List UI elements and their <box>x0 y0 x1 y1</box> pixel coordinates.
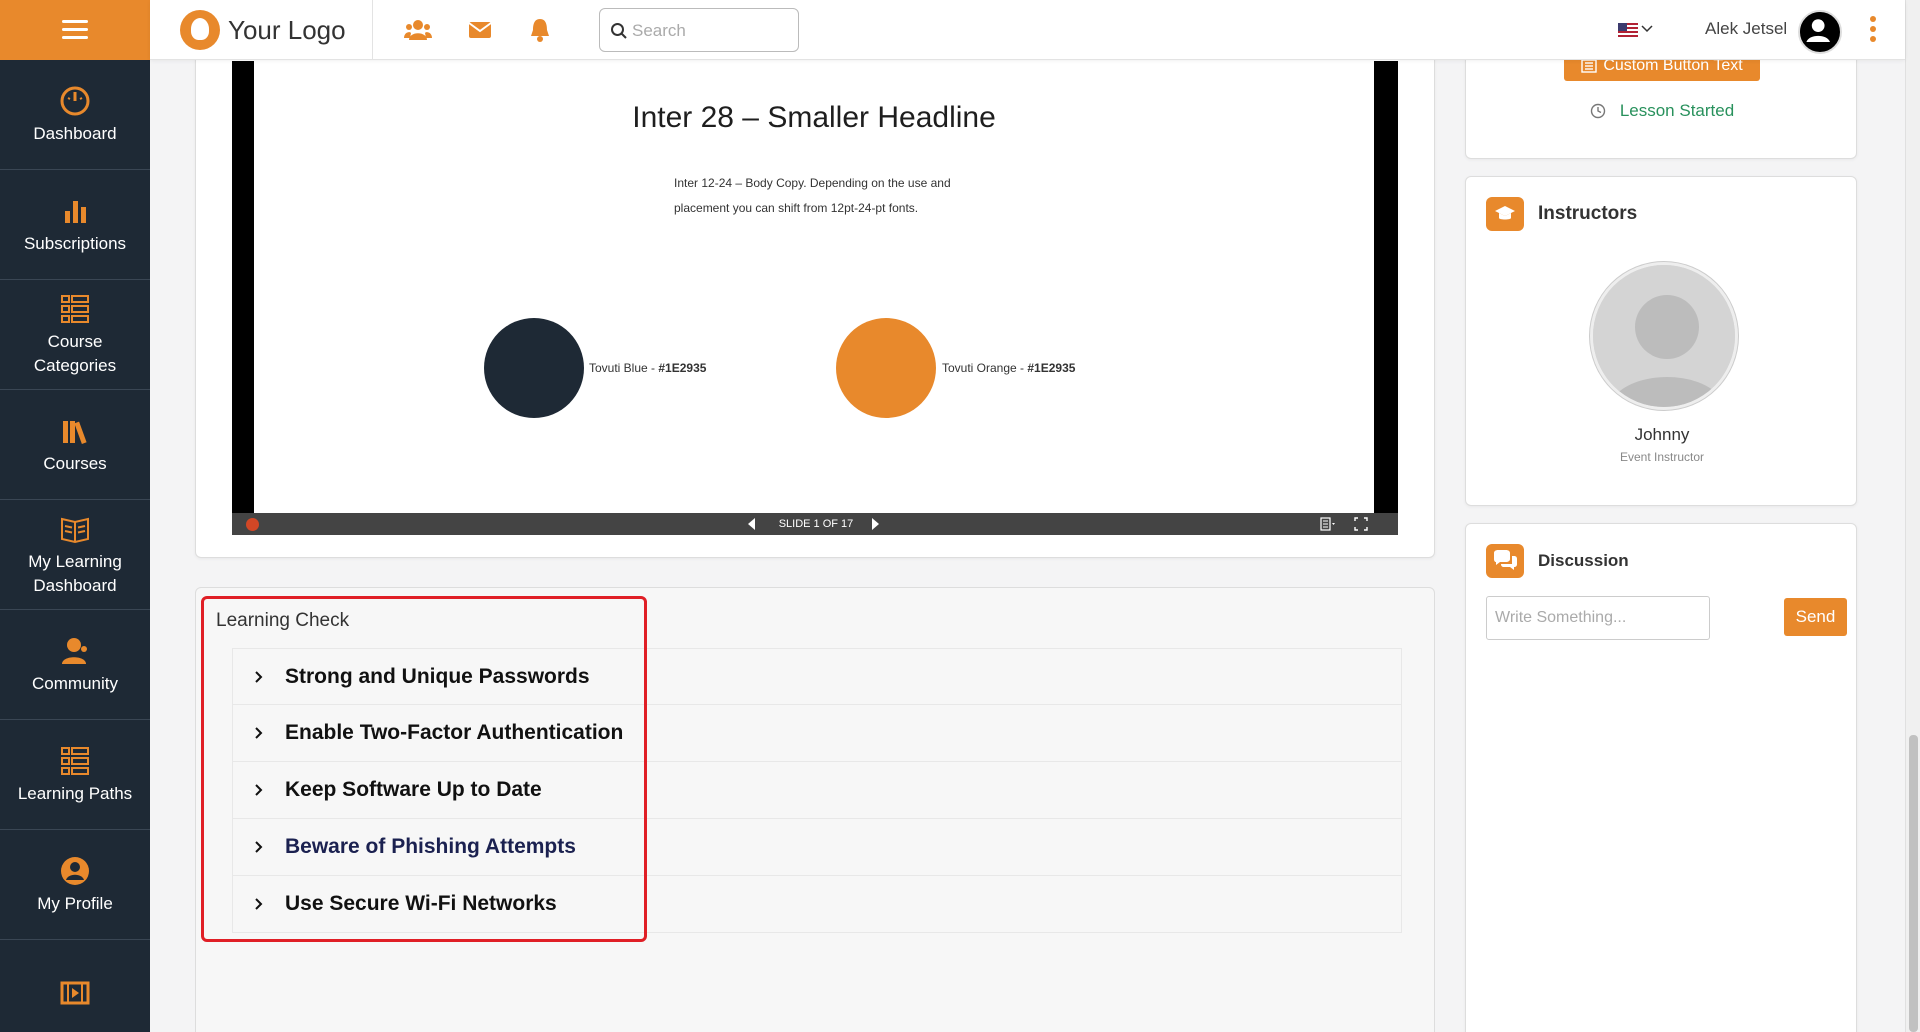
slide-body-text: Inter 12-24 – Body Copy. Depending on th… <box>674 176 951 215</box>
bell-icon[interactable] <box>526 16 554 44</box>
lesson-status: Lesson Started <box>1466 101 1858 121</box>
presentation-card: Inter 28 – Smaller Headline Inter 12-24 … <box>195 40 1435 558</box>
sidebar-item-course-categories[interactable]: Course Categories <box>0 280 150 390</box>
open-book-icon <box>58 512 92 546</box>
user-avatar[interactable] <box>1798 10 1842 54</box>
film-icon <box>58 976 92 1010</box>
learning-check-item-label: Strong and Unique Passwords <box>285 664 590 688</box>
bar-chart-icon <box>58 194 92 228</box>
sidebar-item-label: Learning Paths <box>17 783 133 803</box>
sidebar-item-label: Courses <box>43 453 107 473</box>
swatch-orange <box>836 318 936 418</box>
swatch-blue <box>484 318 584 418</box>
search-input[interactable] <box>632 17 792 45</box>
sidebar-item-label: Course Categories <box>33 331 117 375</box>
sidebar-item-community[interactable]: Community <box>0 610 150 720</box>
learning-check-list: Strong and Unique Passwords Enable Two-F… <box>232 648 1402 933</box>
logo[interactable]: Your Logo <box>180 10 346 50</box>
user-name[interactable]: Alek Jetsel <box>1705 19 1787 39</box>
hamburger-menu-button[interactable] <box>0 0 150 60</box>
chevron-right-icon <box>255 841 263 853</box>
sidebar-item-dashboard[interactable]: Dashboard <box>0 60 150 170</box>
clock-icon <box>1590 103 1606 119</box>
sidebar-item-courses[interactable]: Courses <box>0 390 150 500</box>
instructors-card: Instructors Johnny Event Instructor <box>1465 176 1857 506</box>
chevron-right-icon <box>255 670 263 683</box>
chevron-right-icon <box>255 727 263 739</box>
fullscreen-icon[interactable] <box>1354 517 1368 531</box>
search-box[interactable] <box>599 8 799 52</box>
list-icon <box>58 292 92 326</box>
learning-check-item[interactable]: Use Secure Wi-Fi Networks <box>232 876 1402 933</box>
slide-controls: SLIDE 1 OF 17 <box>232 513 1398 535</box>
sidebar-item-subscriptions[interactable]: Subscriptions <box>0 170 150 280</box>
learning-check-item-label: Keep Software Up to Date <box>285 778 542 801</box>
hamburger-icon <box>62 20 88 40</box>
chevron-right-icon <box>255 784 263 796</box>
chevron-right-icon <box>255 898 263 910</box>
sidebar-item-learning-paths[interactable]: Learning Paths <box>0 720 150 830</box>
instructor-role: Event Instructor <box>1619 450 1705 464</box>
page-scrollbar[interactable] <box>1905 0 1920 1032</box>
send-button[interactable]: Send <box>1784 598 1847 636</box>
mail-icon[interactable] <box>466 16 494 44</box>
more-options-icon[interactable] <box>1867 16 1879 46</box>
slide-title: Inter 28 – Smaller Headline <box>632 101 996 134</box>
discussion-title: Discussion <box>1538 551 1629 570</box>
chevron-down-icon[interactable] <box>1640 22 1654 36</box>
graduation-cap-icon <box>1486 197 1524 231</box>
sidebar-item-my-learning-dashboard[interactable]: My Learning Dashboard <box>0 500 150 610</box>
notes-icon[interactable] <box>1320 517 1336 531</box>
us-flag-icon[interactable] <box>1618 23 1638 37</box>
learning-check-item-label: Beware of Phishing Attempts <box>285 835 576 858</box>
community-icon <box>58 634 92 668</box>
scrollbar-thumb[interactable] <box>1909 735 1918 1032</box>
learning-check-card: Learning Check Strong and Unique Passwor… <box>195 587 1435 1032</box>
slide-counter: SLIDE 1 OF 17 <box>778 518 854 530</box>
list-icon <box>1581 59 1598 73</box>
sidebar-item-label: My Profile <box>37 893 113 913</box>
sidebar-item-label: My Learning Dashboard <box>28 551 122 595</box>
path-list-icon <box>58 744 92 778</box>
learning-check-item-label: Use Secure Wi-Fi Networks <box>285 892 557 915</box>
learning-check-title: Learning Check <box>216 610 350 631</box>
next-slide-icon[interactable] <box>872 518 879 530</box>
instructor-name[interactable]: Johnny <box>1466 425 1858 445</box>
discussion-header: Discussion <box>1486 544 1629 578</box>
previous-slide-icon[interactable] <box>748 518 755 530</box>
learning-check-item[interactable]: Keep Software Up to Date <box>232 762 1402 819</box>
books-icon <box>58 414 92 448</box>
instructors-title: Instructors <box>1538 203 1638 224</box>
chat-bubbles-icon <box>1486 544 1524 578</box>
discussion-card: Discussion Send <box>1465 523 1857 1032</box>
header-divider <box>372 0 373 60</box>
lesson-status-text: Lesson Started <box>1619 101 1735 120</box>
instructor-avatar[interactable] <box>1590 262 1738 410</box>
logo-mark-icon <box>180 10 220 50</box>
logo-text: Your Logo <box>228 14 346 45</box>
swatch-orange-label: Tovuti Orange - #1E2935 <box>942 361 1076 375</box>
slide-viewer[interactable]: Inter 28 – Smaller Headline Inter 12-24 … <box>232 61 1398 535</box>
sidebar-item-label: Subscriptions <box>23 233 127 253</box>
gauge-icon <box>58 84 92 118</box>
learning-check-item-label: Enable Two-Factor Authentication <box>285 721 624 744</box>
sidebar-item-label: Community <box>32 673 118 693</box>
learning-check-item[interactable]: Enable Two-Factor Authentication <box>232 705 1402 762</box>
swatch-blue-label: Tovuti Blue - #1E2935 <box>589 361 707 375</box>
users-icon[interactable] <box>404 16 432 44</box>
learning-check-item[interactable]: Strong and Unique Passwords <box>232 648 1402 705</box>
sidebar-item-media[interactable] <box>0 940 150 1032</box>
instructors-header: Instructors <box>1486 197 1637 231</box>
search-icon <box>611 23 627 39</box>
sidebar: Dashboard Subscriptions Course Categorie… <box>0 0 150 1032</box>
user-circle-icon <box>58 854 92 888</box>
slide: Inter 28 – Smaller Headline Inter 12-24 … <box>254 61 1374 513</box>
learning-check-item[interactable]: Beware of Phishing Attempts <box>232 819 1402 876</box>
top-header: Your Logo Alek Jetsel <box>150 0 1905 60</box>
sidebar-item-label: Dashboard <box>33 123 117 143</box>
discussion-input[interactable] <box>1486 596 1710 640</box>
powerpoint-icon[interactable] <box>246 518 259 531</box>
sidebar-item-my-profile[interactable]: My Profile <box>0 830 150 940</box>
